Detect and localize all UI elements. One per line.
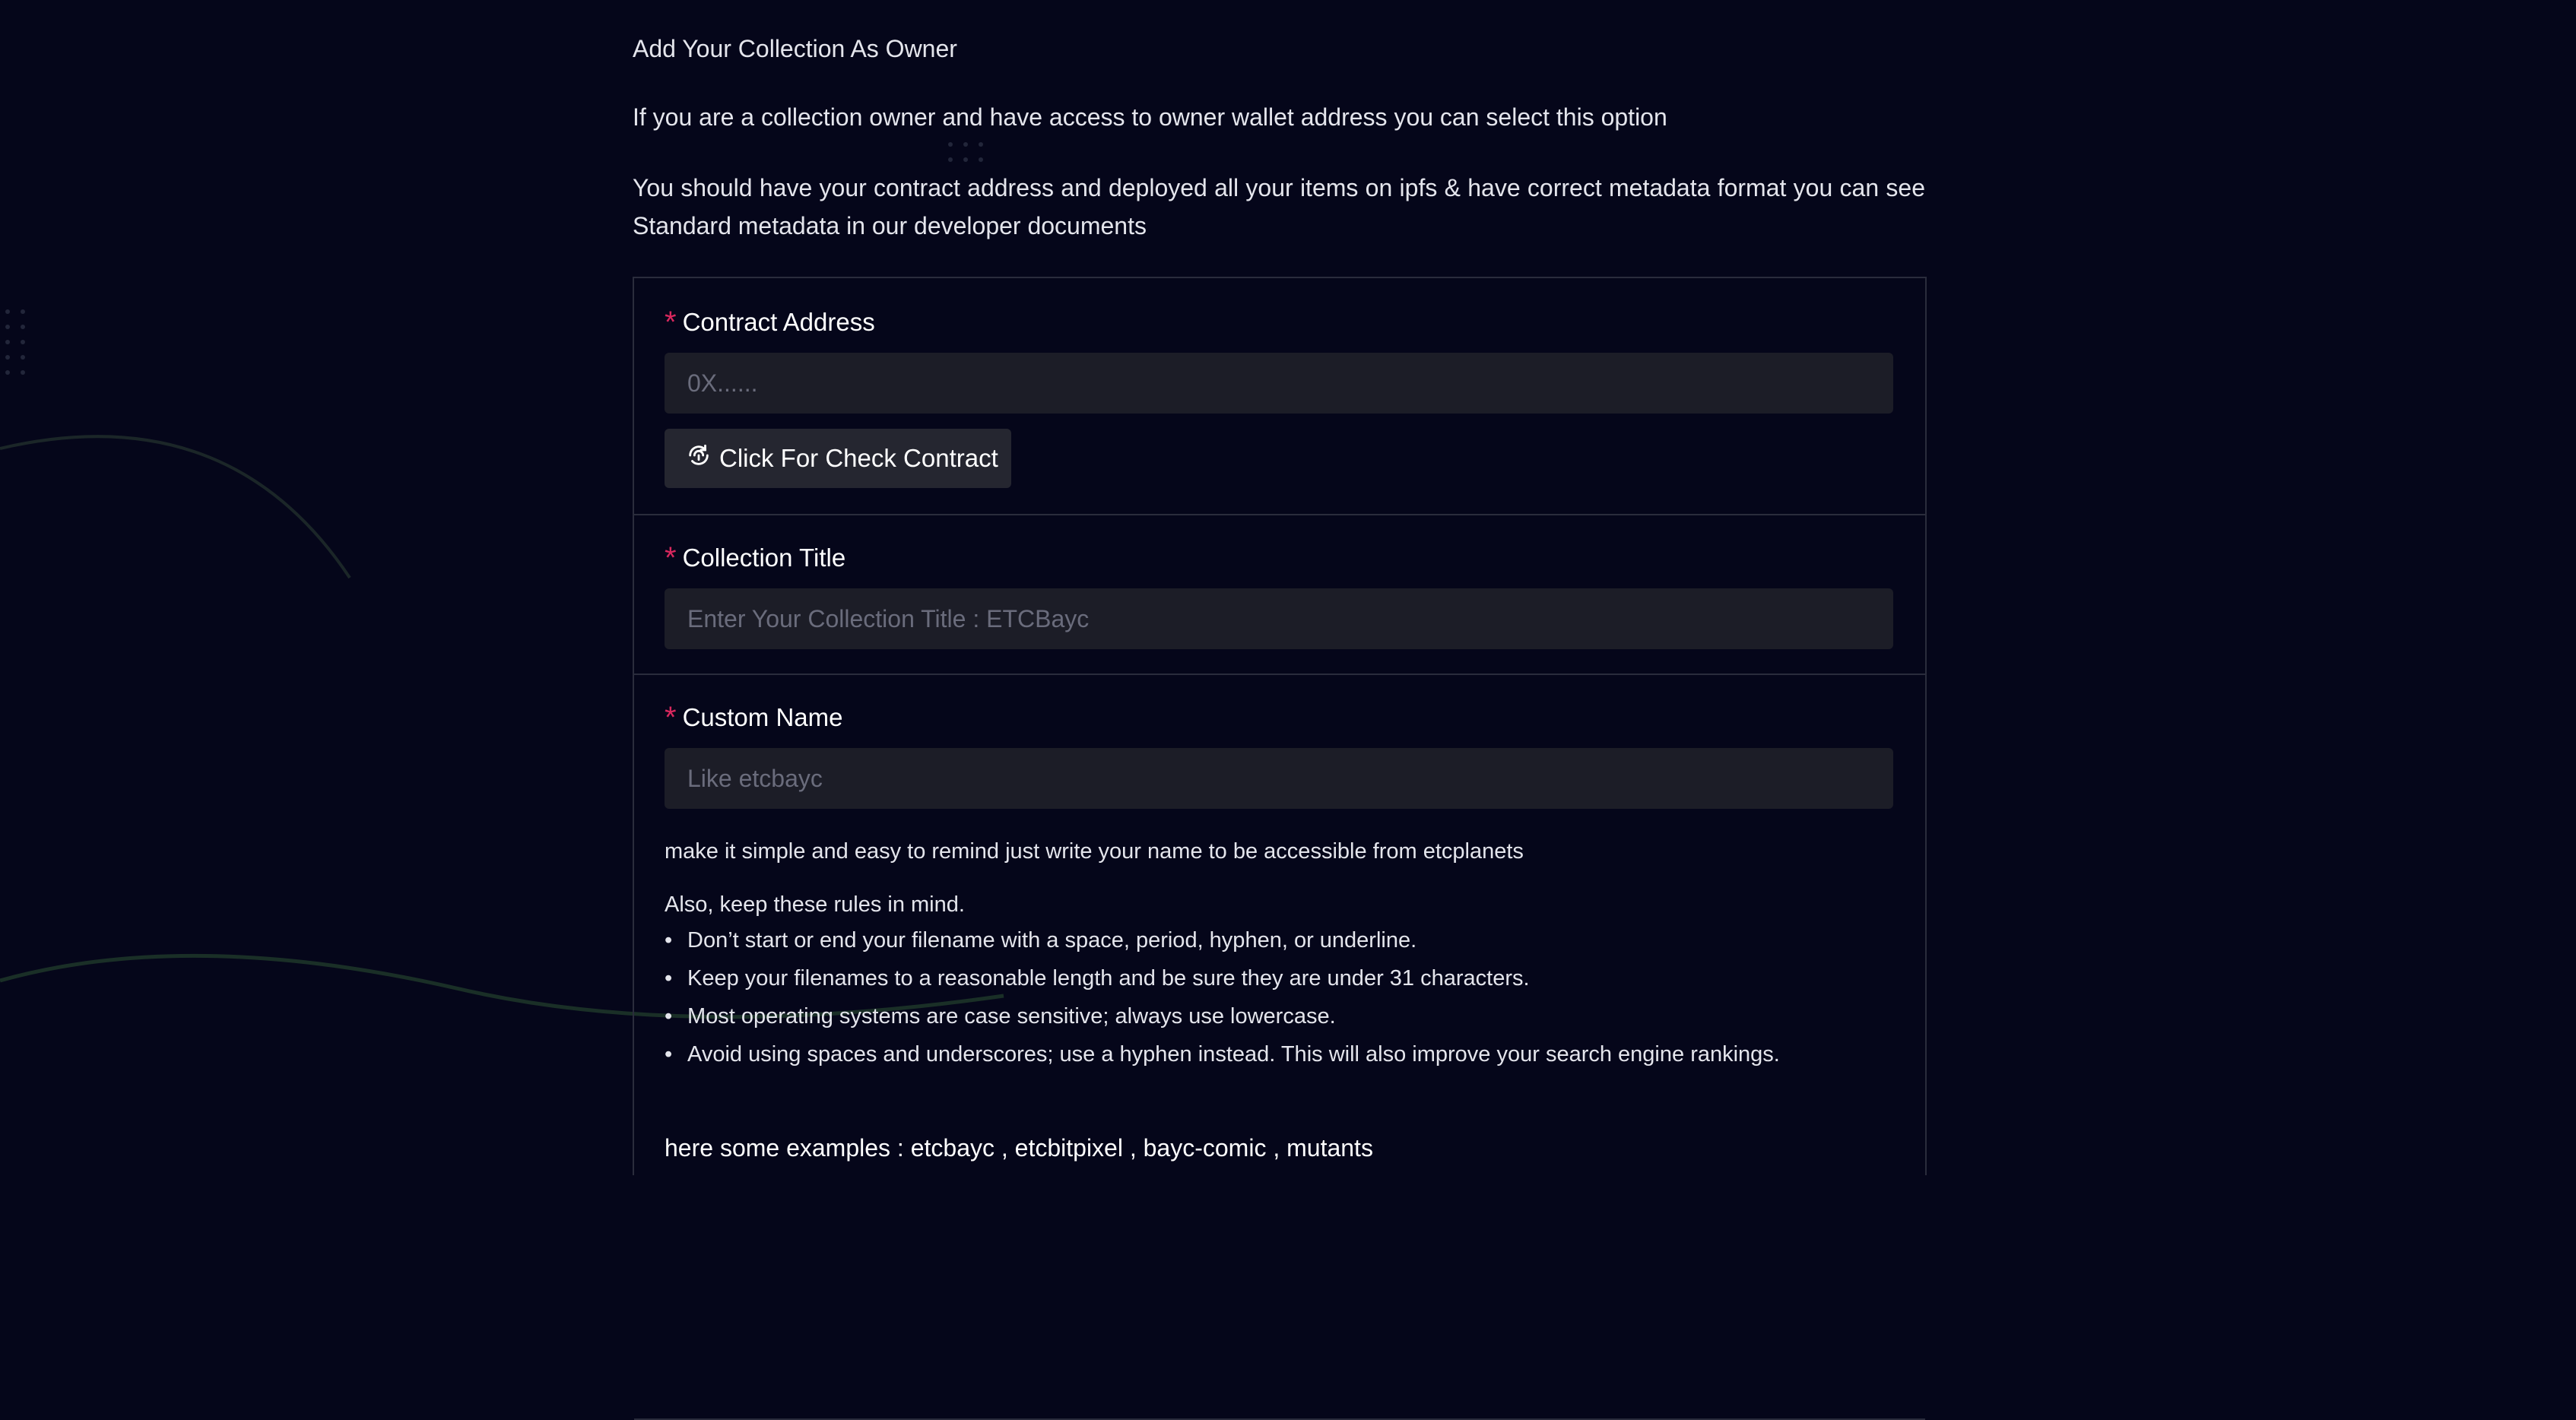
list-item: • Avoid using spaces and underscores; use… xyxy=(665,1042,1780,1067)
collection-title-section: * Collection Title xyxy=(634,515,1925,675)
required-asterisk: * xyxy=(665,306,677,339)
list-item: • Most operating systems are case sensiti… xyxy=(665,1004,1336,1029)
contract-address-label-text: Contract Address xyxy=(682,308,875,336)
contract-address-input[interactable] xyxy=(665,353,1893,414)
custom-name-label: * Custom Name xyxy=(665,702,842,733)
custom-name-hint: make it simple and easy to remind just w… xyxy=(665,839,1524,864)
rules-list: • Don’t start or end your filename with a… xyxy=(665,927,1780,1079)
intro-paragraph-2: You should have your contract address an… xyxy=(633,174,1925,239)
required-asterisk: * xyxy=(665,541,677,575)
check-contract-button-label: Click For Check Contract xyxy=(719,444,998,472)
refresh-fingerprint-icon xyxy=(686,442,719,474)
page-heading: Add Your Collection As Owner xyxy=(633,35,957,62)
custom-name-section: * Custom Name make it simple and easy to… xyxy=(634,675,1925,1420)
collection-title-input[interactable] xyxy=(665,588,1893,649)
custom-name-input[interactable] xyxy=(665,748,1893,809)
check-contract-button[interactable]: Click For Check Contract xyxy=(665,429,1011,488)
rules-title: Also, keep these rules in mind. xyxy=(665,892,965,917)
collection-title-label: * Collection Title xyxy=(665,543,845,573)
list-item: • Keep your filenames to a reasonable len… xyxy=(665,966,1530,991)
contract-address-label: * Contract Address xyxy=(665,307,875,338)
list-item: • Don’t start or end your filename with a… xyxy=(665,928,1417,952)
required-asterisk: * xyxy=(665,701,677,734)
contract-address-section: * Contract Address Click For Check Contr… xyxy=(634,278,1925,515)
collection-title-label-text: Collection Title xyxy=(682,544,846,572)
intro-paragraph-1: If you are a collection owner and have a… xyxy=(633,103,1667,131)
custom-name-examples: here some examples : etcbayc , etcbitpix… xyxy=(665,1134,1373,1162)
custom-name-rules: Also, keep these rules in mind. • Don’t s… xyxy=(665,892,1780,1079)
collection-form: * Contract Address Click For Check Contr… xyxy=(633,277,1927,1420)
custom-name-label-text: Custom Name xyxy=(682,703,843,731)
